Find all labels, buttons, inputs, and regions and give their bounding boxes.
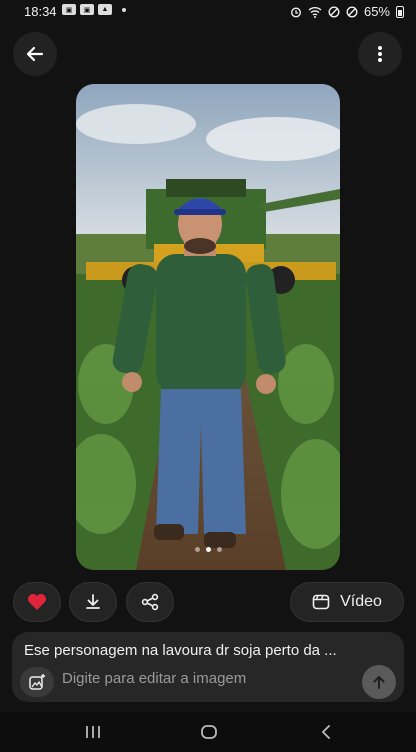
notification-icons: ▣ ▣ ▲	[62, 4, 126, 15]
dnd-icon	[328, 5, 340, 18]
add-image-button[interactable]	[20, 667, 54, 697]
image-sparkle-icon	[29, 674, 45, 690]
home-button[interactable]	[194, 722, 224, 742]
image-illustration	[76, 84, 340, 570]
video-button-label: Vídeo	[340, 593, 382, 610]
system-navigation-bar	[0, 712, 416, 752]
battery-icon	[396, 5, 404, 18]
vertical-dots-icon	[378, 46, 382, 62]
alarm-icon	[290, 6, 301, 18]
status-bar: 18:34 ▣ ▣ ▲ 65%	[0, 0, 416, 24]
arrow-left-icon	[26, 46, 44, 62]
recent-apps-button[interactable]	[78, 722, 108, 742]
carousel-dot[interactable]	[194, 547, 200, 552]
system-back-button[interactable]	[311, 722, 341, 742]
carousel-dot[interactable]	[216, 547, 222, 552]
battery-percent: 65%	[363, 4, 390, 19]
video-button[interactable]: Vídeo	[290, 582, 404, 622]
more-notifications-icon	[122, 7, 126, 12]
system-icons: 65%	[290, 4, 404, 19]
generated-image[interactable]	[76, 84, 340, 570]
recents-icon	[86, 726, 100, 738]
app-icon: ▣	[80, 4, 94, 15]
wifi-icon	[308, 6, 322, 18]
send-button[interactable]	[362, 665, 396, 699]
status-time: 18:34	[24, 4, 57, 19]
heart-icon	[28, 594, 46, 610]
share-button[interactable]	[126, 582, 174, 622]
like-button[interactable]	[13, 582, 61, 622]
carousel-dot-active[interactable]	[205, 547, 211, 552]
dnd-icon	[346, 5, 358, 18]
image-icon: ▲	[98, 4, 112, 15]
chevron-left-icon	[321, 725, 330, 739]
edit-image-input[interactable]: Digite para editar a imagem	[62, 670, 246, 687]
back-button[interactable]	[13, 32, 57, 76]
home-icon	[201, 725, 217, 739]
more-options-button[interactable]	[358, 32, 402, 76]
carousel-indicator	[76, 547, 340, 552]
download-icon	[86, 594, 100, 609]
download-button[interactable]	[69, 582, 117, 622]
arrow-up-icon	[373, 676, 385, 689]
prompt-text[interactable]: Ese personagem na lavoura dr soja perto …	[24, 642, 337, 659]
app-icon: ▣	[62, 4, 76, 15]
share-icon	[141, 593, 159, 611]
prompt-composer: Ese personagem na lavoura dr soja perto …	[12, 632, 404, 702]
film-icon	[312, 594, 330, 610]
